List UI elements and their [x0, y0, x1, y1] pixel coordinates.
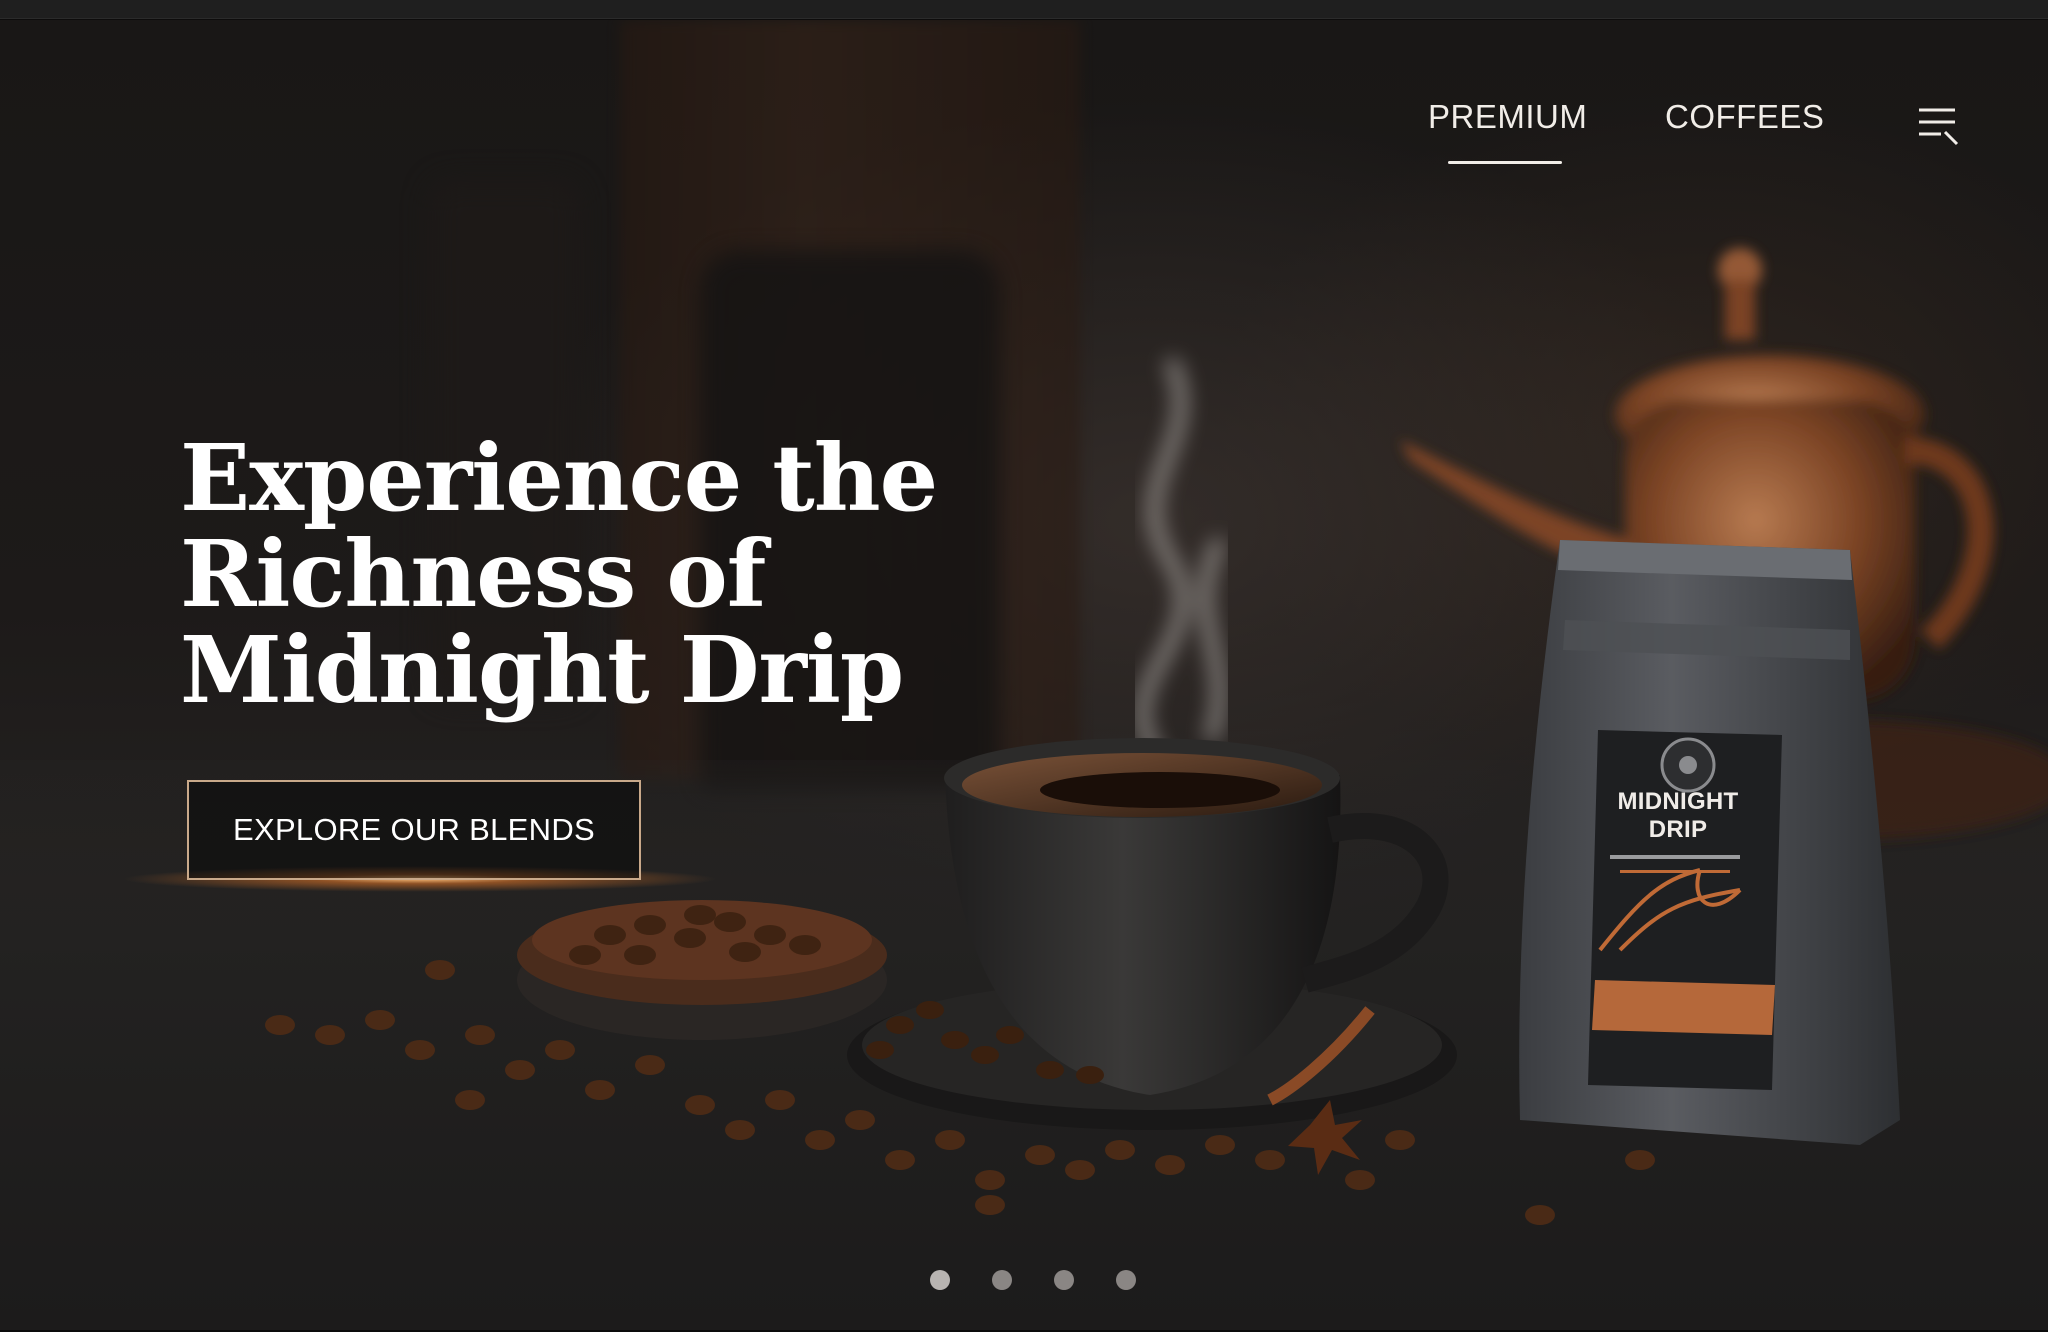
hero-section: MIDNIGHT DRIP PREMIUM COFFEES Experience…	[0, 20, 2048, 1330]
nav-coffees[interactable]: COFFEES	[1665, 98, 1824, 136]
hero-headline: Experience the Richness of Midnight Drip	[180, 424, 938, 724]
carousel-dot-1[interactable]	[930, 1270, 950, 1290]
headline-line-2: Richness of	[180, 520, 766, 628]
carousel-dot-2[interactable]	[992, 1270, 1012, 1290]
menu-button[interactable]	[1915, 102, 1963, 150]
nav-active-underline	[1448, 161, 1562, 164]
carousel-dots	[930, 1270, 1136, 1292]
browser-top-bar	[0, 0, 2048, 19]
menu-search-icon	[1919, 108, 1959, 146]
carousel-dot-3[interactable]	[1054, 1270, 1074, 1290]
carousel-dot-4[interactable]	[1116, 1270, 1136, 1290]
headline-line-3: Midnight Drip	[180, 616, 904, 724]
explore-blends-button[interactable]: EXPLORE OUR BLENDS	[187, 780, 641, 880]
steam	[1135, 356, 1227, 765]
headline-line-1: Experience the	[180, 424, 938, 532]
nav-premium[interactable]: PREMIUM	[1428, 98, 1587, 136]
bag-label-title: MIDNIGHT DRIP	[1617, 788, 1739, 843]
copper-kettle	[1400, 248, 2048, 840]
